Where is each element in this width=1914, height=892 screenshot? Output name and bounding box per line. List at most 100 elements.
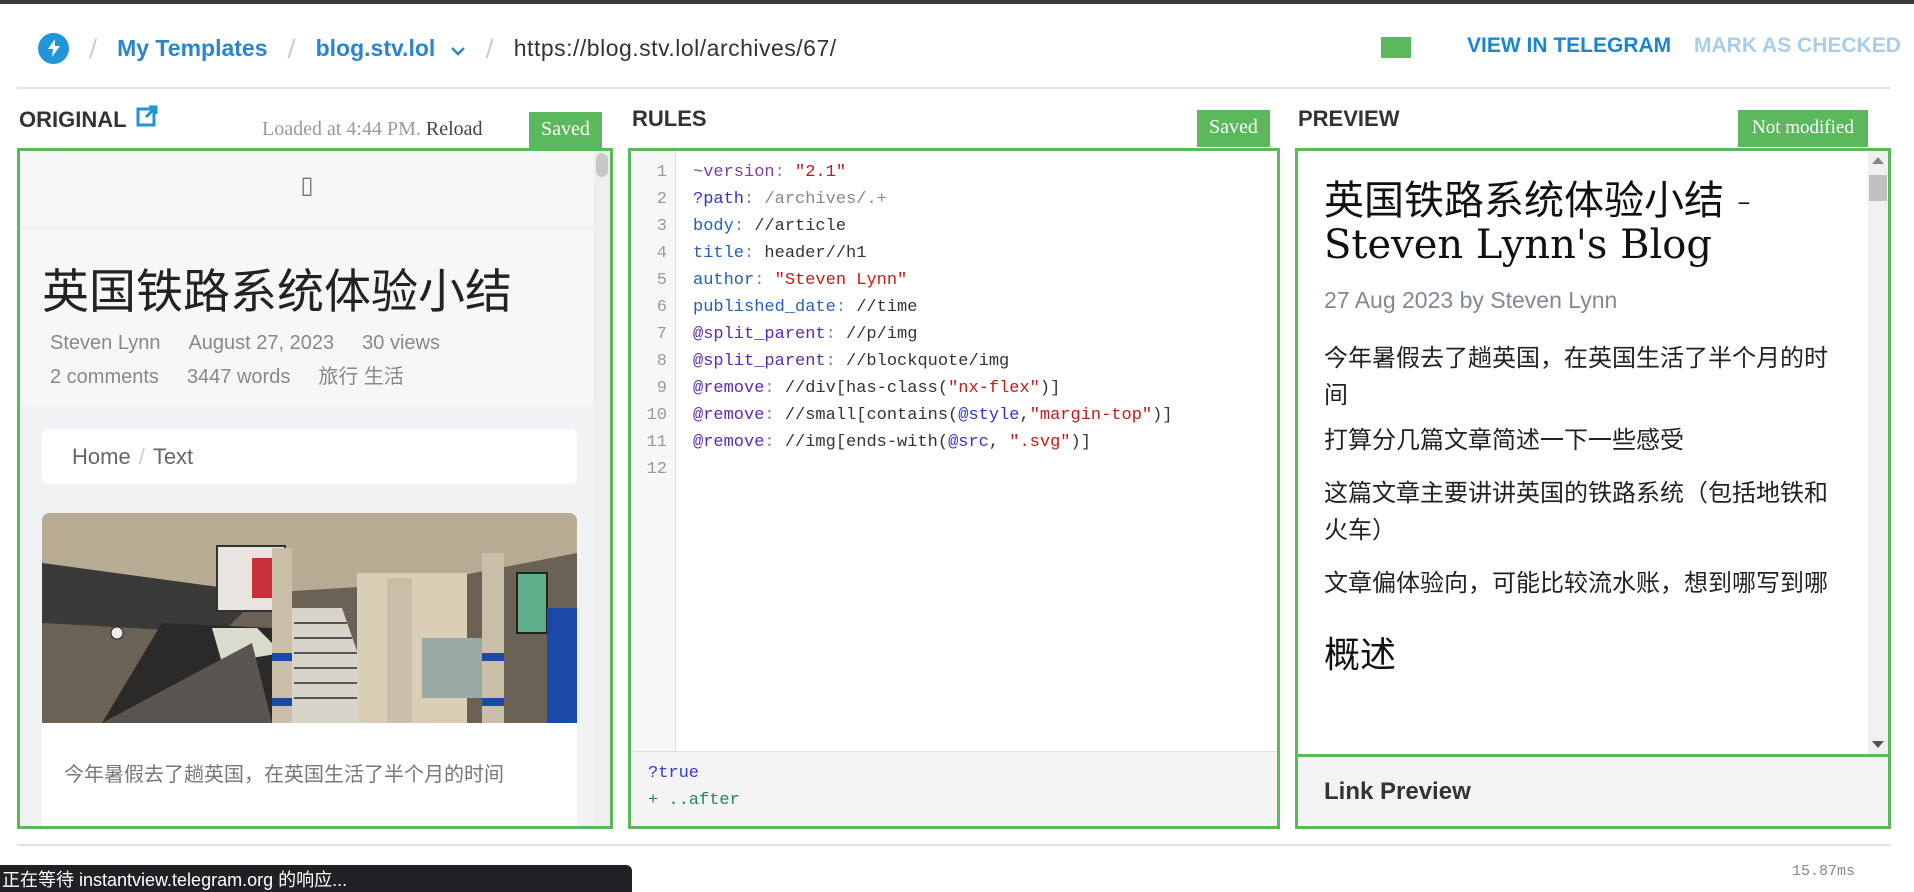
breadcrumb-separator: / bbox=[89, 34, 98, 62]
meta-words: 3447 words bbox=[186, 366, 291, 388]
meta-date: August 27, 2023 bbox=[188, 332, 335, 354]
code-line: @split_parent: //blockquote/img bbox=[693, 348, 1009, 375]
link-preview-panel[interactable]: Link Preview bbox=[1295, 754, 1891, 829]
domain-label: blog.stv.lol bbox=[315, 34, 436, 61]
original-status-badge: Saved bbox=[529, 112, 602, 149]
code-key: published_date bbox=[693, 298, 836, 317]
line-number: 8 bbox=[656, 352, 667, 371]
breadcrumb-domain-dropdown[interactable]: blog.stv.lol bbox=[316, 35, 466, 62]
code-line: body: //article bbox=[693, 213, 846, 240]
original-webview: ▯ 英国铁路系统体验小结 Steven Lynn August 27, 2023 3… bbox=[20, 151, 594, 826]
code-line: @remove: //small[contains(@style,"margin… bbox=[693, 402, 1173, 429]
site-breadcrumb-home[interactable]: Home bbox=[72, 444, 131, 470]
status-indicator bbox=[1381, 37, 1411, 58]
site-breadcrumb-separator: / bbox=[138, 443, 145, 469]
line-number: 4 bbox=[656, 244, 667, 263]
code-key: @split_parent bbox=[693, 352, 826, 371]
preview-paragraph: 文章偏体验向，可能比较流水账，想到哪写到哪 bbox=[1324, 569, 1828, 597]
article-meta-line2: 2 comments 3447 words 旅行 生活 bbox=[50, 360, 432, 389]
original-scrollbar[interactable] bbox=[594, 151, 610, 826]
code-sep: : bbox=[764, 379, 785, 398]
meta-views: 30 views bbox=[362, 332, 440, 354]
line-number: 3 bbox=[656, 217, 667, 236]
original-scrollbar-thumb[interactable] bbox=[596, 153, 608, 177]
scroll-up-arrow-icon[interactable] bbox=[1872, 157, 1884, 164]
line-number: 2 bbox=[656, 190, 667, 209]
reload-link[interactable]: Reload bbox=[426, 118, 483, 140]
code-value: //blockquote/img bbox=[846, 352, 1010, 371]
original-title: ORIGINAL bbox=[19, 107, 127, 132]
window-top-edge bbox=[0, 0, 1914, 4]
code-value: )] bbox=[1039, 379, 1061, 398]
code-line: @remove: //div[has-class("nx-flex")] bbox=[693, 375, 1060, 402]
code-line: published_date: //time bbox=[693, 294, 917, 321]
open-external-icon[interactable] bbox=[136, 105, 158, 131]
preview-status-badge: Not modified bbox=[1738, 110, 1868, 147]
chevron-down-icon bbox=[450, 35, 466, 62]
code-value: //small[contains( bbox=[784, 406, 959, 425]
menu-icon[interactable]: ▯ bbox=[20, 171, 594, 199]
code-line: @split_parent: //p/img bbox=[693, 321, 917, 348]
code-value: //time bbox=[856, 298, 918, 317]
meta-author[interactable]: Steven Lynn bbox=[50, 332, 160, 354]
preview-title: PREVIEW bbox=[1298, 106, 1400, 131]
code-line: title: header//h1 bbox=[693, 240, 866, 267]
code-line: @remove: //img[ends-with(@src, ".svg")] bbox=[693, 429, 1091, 456]
breadcrumb-separator: / bbox=[485, 34, 494, 62]
link-preview-label: Link Preview bbox=[1324, 778, 1471, 805]
meta-tags[interactable]: 旅行 生活 bbox=[318, 366, 404, 388]
preview-scrollbar-thumb[interactable] bbox=[1869, 175, 1887, 201]
code-sep: : bbox=[774, 163, 796, 182]
site-breadcrumb-current: Text bbox=[152, 443, 194, 469]
code-key: @remove bbox=[693, 379, 765, 398]
instant-view-logo-icon[interactable] bbox=[38, 32, 69, 64]
preview-heading-line2: Steven Lynn's Blog bbox=[1324, 222, 1712, 268]
preview-subheading: 概述 bbox=[1324, 635, 1397, 676]
code-key: author bbox=[693, 271, 755, 290]
line-number: 9 bbox=[656, 379, 667, 398]
code-key: @split_parent bbox=[693, 325, 826, 344]
code-string: "margin-top" bbox=[1029, 406, 1153, 425]
code-sep: : bbox=[754, 271, 775, 290]
site-nav-bar: ▯ bbox=[20, 151, 594, 228]
code-value: //p/img bbox=[846, 325, 918, 344]
rules-editor-panel[interactable]: 1 ~version: "2.1" 2 ?path: /archives/.+ … bbox=[628, 148, 1280, 829]
preview-byline: 27 Aug 2023 by Steven Lynn bbox=[1324, 287, 1618, 313]
code-sep: : bbox=[764, 433, 785, 452]
scroll-down-arrow-icon[interactable] bbox=[1872, 741, 1884, 748]
render-timing: 15.87ms bbox=[1792, 863, 1856, 880]
mark-as-checked-button[interactable]: MARK AS CHECKED bbox=[1694, 34, 1901, 58]
loaded-status: Loaded at 4:44 PM. Reload bbox=[262, 118, 483, 141]
preview-heading: 英国铁路系统体验小结 - Steven Lynn's Blog bbox=[1324, 179, 1848, 267]
breadcrumb-my-templates[interactable]: My Templates bbox=[117, 35, 267, 62]
code-key: @remove bbox=[693, 406, 765, 425]
debug-condition: ?true bbox=[648, 764, 700, 783]
article-excerpt: 今年暑假去了趟英国，在英国生活了半个月的时间 bbox=[64, 762, 504, 786]
preview-paragraph: 今年暑假去了趟英国，在英国生活了半个月的时间 bbox=[1324, 344, 1828, 409]
preview-scrollbar[interactable] bbox=[1868, 151, 1888, 754]
code-attr: @style bbox=[958, 406, 1020, 425]
preview-paragraph: 打算分几篇文章简述一下一些感受 bbox=[1324, 426, 1684, 454]
view-in-telegram-button[interactable]: VIEW IN TELEGRAM bbox=[1467, 34, 1671, 58]
code-sep: : bbox=[825, 325, 847, 344]
breadcrumb-separator: / bbox=[287, 34, 296, 62]
code-key: ~version bbox=[693, 163, 775, 182]
code-value: "2.1" bbox=[795, 163, 847, 182]
original-panel: ▯ 英国铁路系统体验小结 Steven Lynn August 27, 2023 3… bbox=[17, 148, 613, 829]
breadcrumb: / My Templates / blog.stv.lol / https://… bbox=[38, 30, 837, 66]
code-string: ".svg" bbox=[1009, 433, 1071, 452]
preview-paragraph: 这篇文章主要讲讲英国的铁路系统（包括地铁和火车） bbox=[1324, 479, 1828, 544]
browser-status-bar: 正在等待 instantview.telegram.org 的响应... bbox=[0, 865, 632, 892]
meta-comments[interactable]: 2 comments bbox=[50, 366, 159, 388]
code-key: title bbox=[693, 244, 745, 263]
code-value: /archives/.+ bbox=[764, 190, 887, 209]
code-line: ~version: "2.1" bbox=[693, 159, 846, 186]
code-key: ?path bbox=[693, 190, 745, 209]
line-number: 6 bbox=[656, 298, 667, 317]
page-url: https://blog.stv.lol/archives/67/ bbox=[513, 34, 837, 61]
code-sep: : bbox=[744, 190, 765, 209]
rules-status-badge: Saved bbox=[1197, 110, 1270, 147]
code-value: )] bbox=[1070, 433, 1091, 452]
station-photo bbox=[42, 513, 577, 723]
code-value: //article bbox=[754, 217, 847, 236]
